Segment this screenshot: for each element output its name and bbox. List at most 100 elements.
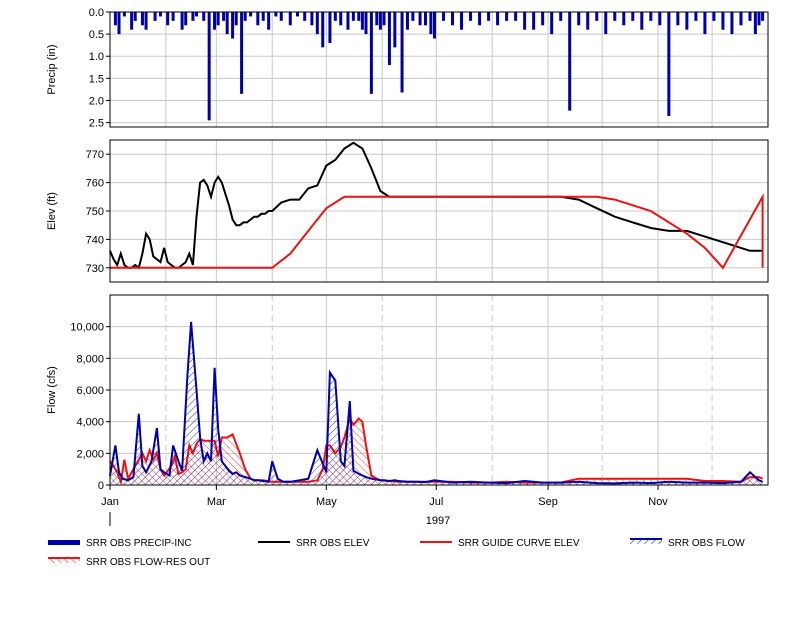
flow-panel: 0 2,000 4,000 6,000 8,000 10,000 Flow (cfs) (46, 294, 769, 492)
xtick-label: Nov (648, 496, 668, 508)
precip-bar (469, 12, 473, 21)
precip-bar (423, 12, 427, 26)
elev-ytick-label: 750 (86, 206, 104, 218)
precip-bar (303, 12, 307, 21)
precip-bar (113, 12, 117, 26)
precip-bar (432, 12, 436, 39)
precip-bar (321, 12, 325, 48)
legend-item: SRR GUIDE CURVE ELEV (420, 538, 580, 549)
elev-ytick-label: 770 (86, 149, 104, 161)
precip-bar (487, 12, 491, 21)
legend-item: SRR OBS PRECIP-INC (48, 538, 192, 549)
precip-bar (216, 12, 220, 26)
precip-bar (261, 12, 265, 21)
precip-bar (225, 12, 229, 35)
legend-label: SRR OBS FLOW-RES OUT (86, 557, 210, 568)
precip-bar (451, 12, 455, 26)
elev-ytick-label: 740 (86, 234, 104, 246)
precip-bar (158, 12, 162, 17)
precip-bar (310, 12, 314, 26)
precip-bar (622, 12, 626, 26)
precip-bar (117, 12, 121, 35)
precip-bar (357, 12, 361, 21)
precip-bar (122, 12, 126, 17)
precip-bar (267, 12, 271, 30)
precip-ytick-label: 2.5 (89, 118, 104, 130)
precip-bar (586, 12, 590, 30)
precip-bar (712, 12, 716, 21)
precip-bar (378, 12, 382, 30)
precip-bar (721, 12, 725, 30)
precip-bar (202, 12, 206, 21)
precip-bar (703, 12, 707, 35)
precip-bar (140, 12, 144, 26)
xtick-label: Jul (429, 496, 443, 508)
precip-ytick-label: 1.0 (89, 51, 104, 63)
precip-bar (184, 12, 188, 26)
precip-bar (249, 12, 253, 17)
precip-bar (387, 12, 391, 66)
precip-bar (523, 12, 527, 30)
precip-bar (369, 12, 373, 94)
precip-bar (505, 12, 509, 21)
precip-bar (613, 12, 617, 21)
precip-bar (667, 12, 671, 116)
xtick-label: Mar (207, 496, 226, 508)
precip-bar (288, 12, 292, 26)
precip-bar (405, 12, 409, 30)
precip-bar (171, 12, 175, 21)
precip-bar (375, 12, 379, 26)
precip-bar (550, 12, 554, 35)
precip-ytick-label: 0.0 (89, 7, 104, 19)
elev-panel: 730 740 750 760 770 Elev (ft) (46, 139, 769, 283)
precip-bar (346, 12, 350, 30)
precip-bar (411, 12, 415, 21)
precip-bar (144, 12, 148, 30)
precip-bar (191, 12, 195, 21)
precip-bar (478, 12, 482, 26)
precip-bar (748, 12, 752, 21)
precip-bar (442, 12, 446, 21)
legend-item: SRR OBS ELEV (258, 538, 370, 549)
precip-bar (757, 12, 761, 26)
precip-bar (231, 12, 235, 39)
precip-bar (649, 12, 653, 21)
shared-x-axis: Jan Mar May Jul Sep Nov 1997 (101, 485, 668, 527)
legend-label: SRR GUIDE CURVE ELEV (458, 538, 580, 549)
flow-ytick-label: 10,000 (70, 322, 104, 334)
xtick-label: Sep (538, 496, 558, 508)
precip-bar (739, 12, 743, 26)
precip-bar (753, 12, 757, 35)
precip-bar (393, 12, 397, 48)
legend-label: SRR OBS PRECIP-INC (86, 538, 192, 549)
legend-swatch (48, 540, 80, 545)
precip-bar (532, 12, 536, 30)
precip-bar (207, 12, 211, 121)
precip-bar (496, 12, 500, 26)
precip-bar (514, 12, 518, 21)
precip-bar (694, 12, 698, 21)
precip-bar (429, 12, 433, 35)
precip-panel: 0.0 0.5 1.0 1.5 2.0 2.5 Precip (in) (46, 7, 769, 130)
precip-bar (364, 12, 368, 35)
precip-bar (256, 12, 260, 26)
precip-bar (631, 12, 635, 21)
legend-label: SRR OBS ELEV (296, 538, 370, 549)
precip-ytick-label: 1.5 (89, 73, 104, 85)
precip-bar (640, 12, 644, 30)
precip-ylabel: Precip (in) (46, 44, 58, 94)
flow-ytick-label: 0 (98, 480, 104, 492)
xtick-label: May (316, 496, 337, 508)
precip-bar (213, 12, 217, 30)
chart-legend: SRR OBS PRECIP-INC SRR OBS ELEV SRR GUIDE … (48, 538, 745, 568)
precip-bar (418, 12, 422, 26)
precip-bar (234, 12, 238, 26)
chart-panels: 0.0 0.5 1.0 1.5 2.0 2.5 Precip (in) 730 740 750 76… (46, 7, 769, 492)
precip-bar (328, 12, 332, 43)
precip-bar (761, 12, 765, 21)
precip-bar (460, 12, 464, 30)
legend-label: SRR OBS FLOW (668, 538, 745, 549)
precip-bar (400, 12, 404, 93)
elev-ylabel: Elev (ft) (46, 192, 58, 230)
precip-bar (195, 12, 199, 17)
